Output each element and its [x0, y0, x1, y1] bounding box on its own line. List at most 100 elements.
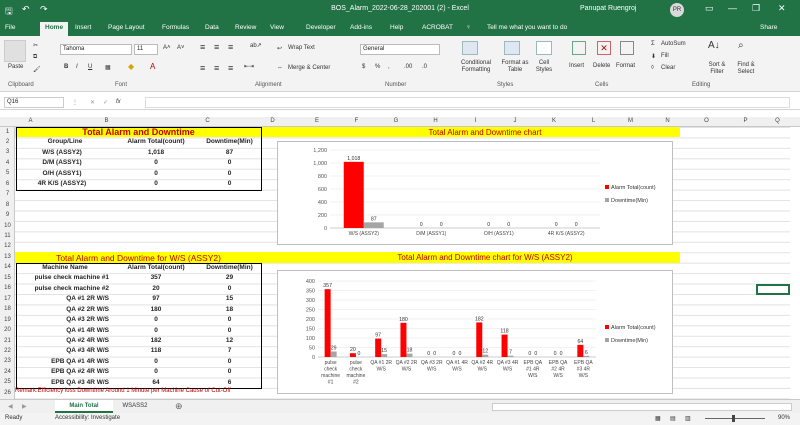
- accessibility-status[interactable]: Accessibility: Investigate: [55, 415, 120, 421]
- table1-cell[interactable]: 0: [115, 170, 197, 177]
- sheet-tab-main-total[interactable]: Main Total: [55, 400, 113, 413]
- align-bottom-icon[interactable]: ≡: [228, 42, 233, 52]
- zoom-slider-thumb[interactable]: [732, 415, 735, 422]
- column-header-l[interactable]: L: [574, 118, 613, 124]
- autosum-button[interactable]: AutoSum: [661, 41, 686, 47]
- format-painter-icon[interactable]: 🖌: [33, 66, 41, 73]
- row-header-16[interactable]: 16: [0, 285, 15, 291]
- selected-cell-q16[interactable]: [756, 284, 790, 295]
- cut-icon[interactable]: ✂: [33, 42, 38, 49]
- row-header-8[interactable]: 8: [0, 202, 15, 208]
- row-header-6[interactable]: 6: [0, 181, 15, 187]
- table2-cell[interactable]: 6: [197, 379, 262, 386]
- tab-insert[interactable]: Insert: [75, 24, 91, 31]
- number-format-select[interactable]: General: [360, 44, 440, 55]
- table2-cell[interactable]: 0: [115, 316, 197, 323]
- table2-cell[interactable]: 29: [197, 274, 262, 281]
- underline-button[interactable]: U: [88, 64, 92, 70]
- share-button[interactable]: Share: [760, 24, 777, 31]
- column-header-c[interactable]: C: [167, 118, 248, 124]
- row-header-19[interactable]: 19: [0, 317, 15, 323]
- page-break-icon[interactable]: ▥: [685, 415, 691, 422]
- normal-view-icon[interactable]: ▦: [655, 415, 661, 422]
- chart-total[interactable]: 0 200 400 600 800 1,000 1,200 1,018 87 W/S (ASSY2…: [277, 141, 673, 245]
- page-layout-icon[interactable]: ▤: [670, 415, 676, 422]
- table2-cell[interactable]: 12: [197, 337, 262, 344]
- column-header-d[interactable]: D: [248, 118, 297, 124]
- row-header-26[interactable]: 26: [0, 390, 15, 396]
- fill-color-icon[interactable]: ◆: [128, 62, 134, 71]
- find-select-icon[interactable]: ⌕: [738, 40, 744, 51]
- table2-cell[interactable]: 0: [197, 327, 262, 334]
- table2-cell[interactable]: QA #3 4R W/S: [15, 347, 115, 354]
- table2-cell[interactable]: 0: [197, 368, 262, 375]
- table2-cell[interactable]: 180: [115, 306, 197, 313]
- row-header-23[interactable]: 23: [0, 358, 15, 364]
- column-header-k[interactable]: K: [534, 118, 574, 124]
- bold-button[interactable]: B: [64, 64, 68, 70]
- tab-developer[interactable]: Developer: [306, 24, 336, 31]
- table2-cell[interactable]: QA #2 2R W/S: [15, 306, 115, 313]
- align-center-icon[interactable]: ≡: [214, 63, 219, 73]
- table2-cell[interactable]: EPB QA #1 4R W/S: [15, 358, 115, 365]
- column-header-m[interactable]: M: [613, 118, 648, 124]
- format-cells-icon[interactable]: [620, 41, 634, 55]
- increase-decimal-icon[interactable]: .00: [404, 64, 412, 70]
- table2-cell[interactable]: 7: [197, 347, 262, 354]
- table1-cell[interactable]: 1,018: [115, 149, 197, 156]
- autosum-icon[interactable]: Σ: [651, 41, 655, 47]
- table1-cell[interactable]: W/S (ASSY2): [15, 149, 115, 156]
- table2-cell[interactable]: 64: [115, 379, 197, 386]
- format-button[interactable]: Format: [616, 63, 635, 69]
- add-sheet-icon[interactable]: ⊕: [175, 401, 183, 412]
- tab-page-layout[interactable]: Page Layout: [108, 24, 145, 31]
- table2-cell[interactable]: EPB QA #2 4R W/S: [15, 368, 115, 375]
- table1-cell[interactable]: 0: [197, 159, 262, 166]
- table2-cell[interactable]: 0: [197, 316, 262, 323]
- cell-styles-icon[interactable]: [536, 41, 552, 55]
- table2-cell[interactable]: 0: [115, 368, 197, 375]
- chart-ws[interactable]: 0 50 100 150 200 250 300 350 400 357 29 pulse check m…: [277, 270, 673, 394]
- tab-formulas[interactable]: Formulas: [162, 24, 189, 31]
- table2-cell[interactable]: QA #1 2R W/S: [15, 295, 115, 302]
- merge-icon[interactable]: ⇔: [277, 65, 283, 71]
- tell-me-search[interactable]: Tell me what you want to do: [487, 24, 567, 31]
- tab-acrobat[interactable]: ACROBAT: [422, 24, 453, 31]
- table2-cell[interactable]: 118: [115, 347, 197, 354]
- font-name-select[interactable]: Tahoma: [60, 44, 132, 55]
- row-header-5[interactable]: 5: [0, 170, 15, 176]
- currency-icon[interactable]: $: [362, 64, 365, 70]
- fill-icon[interactable]: ⬇: [651, 53, 656, 60]
- fill-button[interactable]: Fill: [661, 53, 669, 59]
- next-sheet-icon[interactable]: ▶: [22, 403, 27, 410]
- avatar[interactable]: PR: [670, 3, 684, 17]
- italic-button[interactable]: I: [76, 64, 78, 70]
- sheet-tab-wsass2[interactable]: WSASS2: [115, 403, 155, 409]
- confirm-entry-icon[interactable]: ✓: [103, 99, 108, 106]
- tab-view[interactable]: View: [270, 24, 284, 31]
- align-top-icon[interactable]: ≡: [200, 42, 205, 52]
- format-as-table-button[interactable]: Format as Table: [497, 60, 533, 74]
- find-select-button[interactable]: Find & Select: [733, 62, 759, 76]
- wrap-text-icon[interactable]: ↩: [277, 45, 282, 52]
- maximize-icon[interactable]: ❐: [752, 3, 760, 14]
- column-header-h[interactable]: H: [416, 118, 455, 124]
- table2-cell[interactable]: 97: [115, 295, 197, 302]
- conditional-formatting-icon[interactable]: [462, 41, 478, 55]
- table2-cell[interactable]: EPB QA #3 4R W/S: [15, 379, 115, 386]
- table2-cell[interactable]: 15: [197, 295, 262, 302]
- tab-review[interactable]: Review: [235, 24, 256, 31]
- copy-icon[interactable]: ⧉: [33, 54, 37, 61]
- row-header-9[interactable]: 9: [0, 212, 15, 218]
- indent-icon[interactable]: ⇤⇥: [244, 63, 254, 70]
- table1-cell[interactable]: 0: [197, 170, 262, 177]
- delete-cells-icon[interactable]: ✕: [597, 41, 611, 55]
- close-icon[interactable]: ✕: [778, 3, 786, 14]
- table2-cell[interactable]: QA #1 4R W/S: [15, 327, 115, 334]
- sort-filter-icon[interactable]: A↓: [708, 40, 720, 51]
- table2-cell[interactable]: 20: [115, 285, 197, 292]
- name-box[interactable]: Q16: [4, 97, 64, 108]
- delete-button[interactable]: Delete: [593, 63, 610, 69]
- column-header-p[interactable]: P: [726, 118, 765, 124]
- row-header-11[interactable]: 11: [0, 233, 15, 239]
